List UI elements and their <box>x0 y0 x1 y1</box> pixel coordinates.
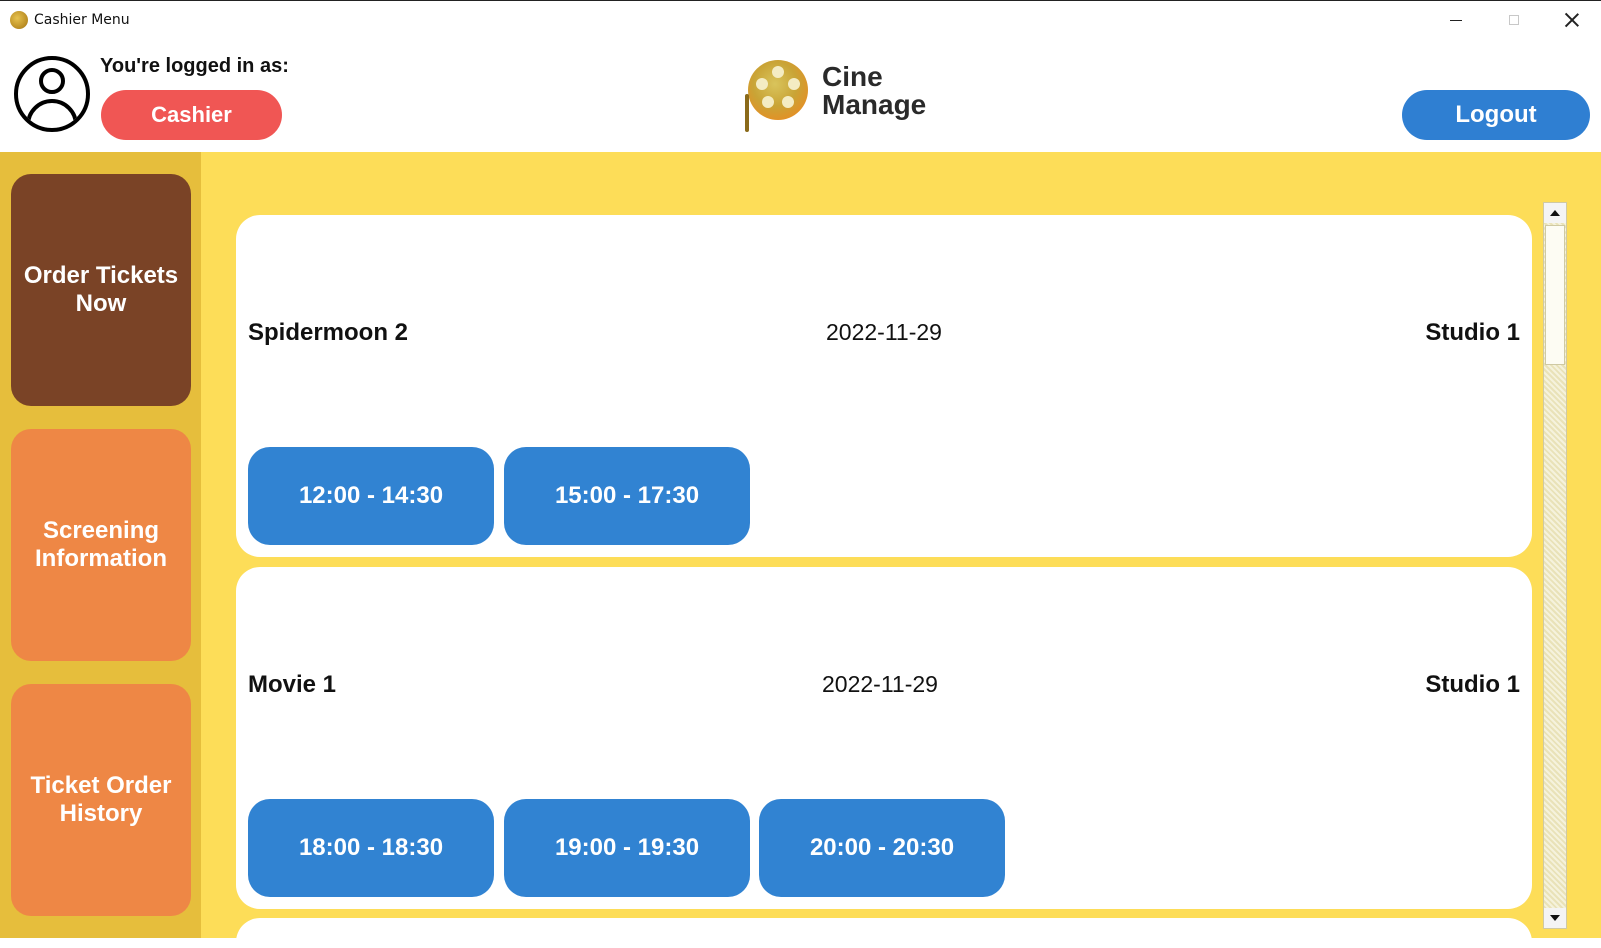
nav-ticket-order-history-button[interactable]: Ticket Order History <box>11 684 191 916</box>
movie-title: Spidermoon 2 <box>248 319 409 346</box>
app-icon <box>10 11 28 29</box>
screening-card: Spidermoon 2 2022-11-29 Studio 1 12:00 -… <box>236 215 1532 557</box>
scroll-up-button[interactable] <box>1544 203 1566 223</box>
minimize-icon <box>1450 19 1462 21</box>
role-badge: Cashier <box>101 90 282 140</box>
arrow-down-icon <box>1550 915 1560 921</box>
sidebar: Order Tickets Now Screening Information … <box>0 152 201 938</box>
user-avatar-icon <box>14 56 90 132</box>
minimize-button[interactable] <box>1436 7 1476 33</box>
screening-card: Movie 1 2022-11-29 Studio 1 18:00 - 18:3… <box>236 567 1532 909</box>
arrow-up-icon <box>1550 210 1560 216</box>
logo-line-1: Cine <box>822 61 883 92</box>
logged-in-label: You're logged in as: <box>100 55 289 77</box>
logo-line-2: Manage <box>822 89 927 120</box>
logo-text: Cine Manage <box>822 63 926 119</box>
scroll-thumb[interactable] <box>1545 225 1565 365</box>
movie-title: Movie 1 <box>248 671 337 698</box>
studio-label: Studio 1 <box>1425 319 1520 346</box>
maximize-icon <box>1509 15 1519 25</box>
screening-card-partial <box>236 918 1532 948</box>
nav-screening-information-button[interactable]: Screening Information <box>11 429 191 661</box>
showtime-button[interactable]: 12:00 - 14:30 <box>248 447 494 545</box>
header: You're logged in as: Cashier Cine Manage… <box>0 38 1601 152</box>
title-bar: Cashier Menu <box>0 0 1601 38</box>
showtime-button[interactable]: 20:00 - 20:30 <box>759 799 1005 897</box>
vertical-scrollbar[interactable] <box>1543 202 1567 929</box>
showtime-button[interactable]: 15:00 - 17:30 <box>504 447 750 545</box>
close-icon <box>1565 13 1579 27</box>
screening-date: 2022-11-29 <box>822 671 938 697</box>
screening-date: 2022-11-29 <box>826 319 942 345</box>
showtime-button[interactable]: 18:00 - 18:30 <box>248 799 494 897</box>
nav-order-tickets-button[interactable]: Order Tickets Now <box>11 174 191 406</box>
studio-label: Studio 1 <box>1425 671 1520 698</box>
cinemanage-logo-icon <box>745 60 808 132</box>
scroll-down-button[interactable] <box>1544 908 1566 928</box>
window-title: Cashier Menu <box>34 12 130 28</box>
logout-button[interactable]: Logout <box>1402 90 1590 140</box>
maximize-button[interactable] <box>1494 7 1534 33</box>
close-button[interactable] <box>1552 7 1592 33</box>
showtime-button[interactable]: 19:00 - 19:30 <box>504 799 750 897</box>
